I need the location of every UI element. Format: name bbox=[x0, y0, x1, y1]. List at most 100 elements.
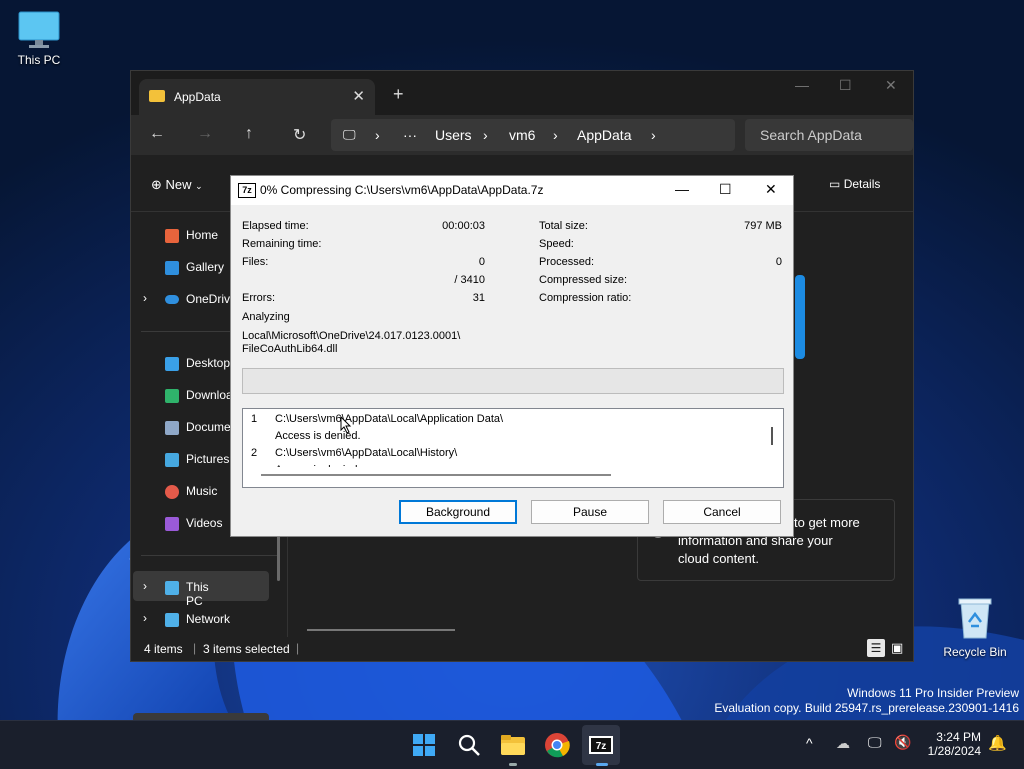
status-bar: 4 items | 3 items selected | ☰ ▣ bbox=[131, 637, 913, 661]
desktop-icon-recycle-bin[interactable]: Recycle Bin bbox=[937, 596, 1013, 659]
errors-value: 31 bbox=[472, 292, 485, 304]
running-indicator bbox=[596, 763, 608, 766]
log-row-number: 1 bbox=[251, 413, 258, 425]
background-button[interactable]: Background bbox=[399, 500, 517, 524]
new-button[interactable]: ⊕ New ⌄ bbox=[151, 177, 203, 193]
sidebar-item-desktop[interactable]: Desktop bbox=[161, 355, 235, 375]
tiles-view-icon[interactable]: ▣ bbox=[891, 640, 903, 656]
onedrive-icon bbox=[165, 295, 179, 304]
7zip-icon[interactable]: 7z bbox=[587, 731, 615, 759]
maximize-icon[interactable]: ☐ bbox=[719, 181, 732, 198]
computer-icon bbox=[18, 11, 60, 48]
expand-chevron-icon[interactable]: › bbox=[143, 579, 147, 593]
close-tab-icon[interactable]: ✕ bbox=[352, 87, 365, 105]
videos-icon bbox=[165, 517, 179, 531]
breadcrumb-users[interactable]: Users bbox=[435, 127, 472, 143]
status-separator: | bbox=[193, 641, 197, 655]
sidebar-item-label: Music bbox=[186, 484, 218, 498]
divider bbox=[141, 555, 277, 556]
chevron-right-icon: › bbox=[553, 127, 558, 143]
vertical-scrollbar[interactable] bbox=[771, 427, 773, 445]
breadcrumb-more[interactable]: ··· bbox=[403, 127, 417, 143]
progress-bar bbox=[242, 368, 784, 394]
music-icon bbox=[165, 485, 179, 499]
remaining-time-label: Remaining time: bbox=[242, 238, 322, 250]
desktop-icon-label: This PC bbox=[17, 53, 61, 67]
windows-watermark: Windows 11 Pro Insider Preview Evaluatio… bbox=[714, 686, 1019, 716]
horizontal-scrollbar[interactable] bbox=[261, 474, 611, 476]
svg-text:7z: 7z bbox=[596, 741, 607, 752]
breadcrumb-appdata[interactable]: AppData bbox=[577, 127, 631, 143]
desktop-icon-this-pc[interactable]: This PC bbox=[1, 10, 77, 67]
clock[interactable]: 3:24 PM 1/28/2024 bbox=[925, 730, 981, 758]
expand-chevron-icon[interactable]: › bbox=[143, 611, 147, 625]
onedrive-tray-icon[interactable]: ☁ bbox=[836, 735, 850, 752]
close-window-icon[interactable]: ✕ bbox=[885, 77, 897, 94]
refresh-icon[interactable]: ↻ bbox=[293, 125, 306, 145]
selection-count: 3 items selected bbox=[203, 642, 290, 656]
processed-label: Processed: bbox=[539, 256, 595, 268]
notification-bell-icon[interactable]: 🔔 bbox=[988, 734, 1007, 752]
cancel-button[interactable]: Cancel bbox=[663, 500, 781, 524]
chrome-icon[interactable] bbox=[543, 731, 571, 759]
mouse-cursor-icon bbox=[340, 416, 352, 434]
sidebar-item-label: Downloads bbox=[186, 388, 235, 402]
expand-chevron-icon[interactable]: › bbox=[143, 291, 147, 305]
gallery-icon bbox=[165, 261, 179, 275]
errors-label: Errors: bbox=[242, 292, 275, 304]
sidebar-item-onedrive[interactable]: OneDrive bbox=[161, 291, 235, 311]
close-icon[interactable]: ✕ bbox=[765, 181, 777, 198]
forward-icon[interactable]: → bbox=[197, 125, 213, 143]
desktop-icon bbox=[165, 357, 179, 371]
tab-appdata[interactable]: AppData ✕ bbox=[139, 79, 375, 115]
log-row-path: C:\Users\vm6\AppData\Local\Application D… bbox=[275, 413, 504, 425]
documents-icon bbox=[165, 421, 179, 435]
explorer-titlebar: AppData ✕ + — ☐ ✕ bbox=[131, 71, 913, 115]
breadcrumb-vm6[interactable]: vm6 bbox=[509, 127, 535, 143]
sidebar-item-pictures[interactable]: Pictures bbox=[161, 451, 235, 471]
log-row-path: C:\Users\vm6\AppData\Local\History\ bbox=[275, 447, 458, 459]
sidebar-item-label: Network bbox=[186, 612, 231, 626]
files-value: 0 bbox=[478, 256, 485, 268]
monitor-icon: 🖵 bbox=[343, 127, 356, 142]
compressed-size-label: Compressed size: bbox=[539, 274, 628, 286]
current-file: Local\Microsoft\OneDrive\24.017.0123.000… bbox=[242, 330, 461, 355]
illustration-accent bbox=[795, 275, 805, 359]
sidebar-item-label: Pictures bbox=[186, 452, 230, 466]
running-indicator bbox=[509, 763, 517, 766]
content-scrollbar[interactable] bbox=[307, 629, 455, 631]
minimize-icon[interactable]: — bbox=[795, 77, 809, 93]
status-separator: | bbox=[296, 641, 300, 655]
pause-button[interactable]: Pause bbox=[531, 500, 649, 524]
item-count: 4 items bbox=[144, 642, 183, 656]
back-icon[interactable]: ← bbox=[149, 125, 165, 143]
search-box[interactable]: Search AppData bbox=[745, 119, 913, 151]
show-hidden-icons-chevron[interactable]: ^ bbox=[806, 735, 813, 751]
file-explorer-icon[interactable] bbox=[499, 731, 527, 759]
network-icon bbox=[165, 613, 179, 627]
maximize-icon[interactable]: ☐ bbox=[839, 77, 852, 94]
error-log-list[interactable]: 1 C:\Users\vm6\AppData\Local\Application… bbox=[242, 408, 784, 488]
sidebar-item-downloads[interactable]: Downloads bbox=[161, 387, 235, 407]
search-placeholder: Search AppData bbox=[760, 127, 862, 143]
search-icon[interactable] bbox=[455, 731, 483, 759]
details-view-icon[interactable]: ☰ bbox=[867, 639, 885, 657]
speed-label: Speed: bbox=[539, 238, 574, 250]
volume-icon[interactable]: 🔇 bbox=[894, 734, 911, 751]
up-icon[interactable]: ↑ bbox=[245, 125, 253, 143]
chevron-right-icon: › bbox=[483, 127, 488, 143]
start-icon[interactable] bbox=[410, 731, 438, 759]
files-total: / 3410 bbox=[454, 274, 485, 286]
new-tab-button[interactable]: + bbox=[393, 84, 404, 105]
total-size-label: Total size: bbox=[539, 220, 588, 232]
new-button-label: New bbox=[165, 177, 192, 192]
details-button[interactable]: ▭ Details bbox=[829, 177, 880, 191]
date: 1/28/2024 bbox=[927, 744, 981, 758]
tab-label: AppData bbox=[174, 90, 221, 104]
minimize-icon[interactable]: — bbox=[675, 181, 689, 197]
7zip-logo-icon: 7z bbox=[238, 183, 256, 198]
sidebar-item-documents[interactable]: Documents bbox=[161, 419, 235, 439]
taskbar: 7z ^ ☁ 🖵 🔇 3:24 PM 1/28/2024 🔔 bbox=[0, 720, 1024, 769]
address-bar[interactable]: 🖵 › ··· Users › vm6 › AppData › bbox=[331, 119, 735, 151]
network-tray-icon[interactable]: 🖵 bbox=[868, 734, 882, 751]
